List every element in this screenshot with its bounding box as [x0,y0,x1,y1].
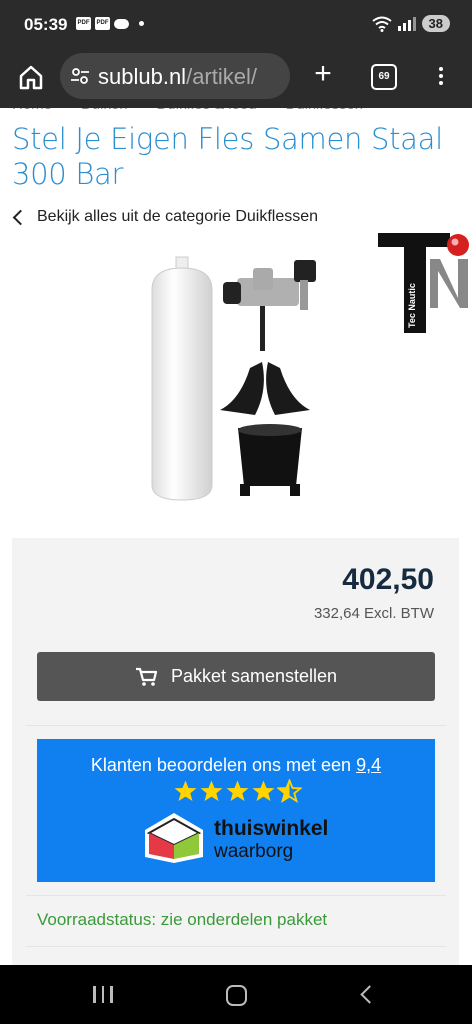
logo-line2: waarborg [213,841,293,862]
system-navigation-bar [0,965,472,1024]
status-bar: 05:39 PDF PDF 38 [0,0,472,50]
trust-rating-widget[interactable]: Klanten beoordelen ons met een 9,4 thuis… [37,739,435,882]
half-star-icon [277,779,302,803]
thuiswinkel-waarborg-logo[interactable]: thuiswinkel waarborg [142,805,342,865]
brand-logo-text: Tec Nautic [407,283,417,328]
status-time: 05:39 [24,15,68,34]
divider [26,946,446,947]
battery-indicator: 38 [421,15,450,32]
site-settings-icon[interactable] [70,66,90,86]
back-nav-icon[interactable] [360,985,379,1004]
star-icon [200,780,223,801]
star-icon [226,780,249,801]
new-tab-button[interactable]: + [310,59,336,90]
chevron-left-icon [12,209,29,225]
url-text: sublub.nl/artikel/ [98,64,257,90]
category-back-link[interactable]: Bekijk alles uit de categorie Duikflesse… [12,208,318,226]
url-host: sublub.nl [98,64,187,89]
divider [26,895,446,896]
signal-icon [397,16,416,31]
price-excl-vat: 332,64 Excl. BTW [313,605,434,622]
star-icon [252,780,275,801]
product-image[interactable] [140,250,330,510]
star-icon [174,780,197,801]
page-title: Stel Je Eigen Fles Samen Staal 300 Bar [12,122,443,191]
stock-status: Voorraadstatus: zie onderdelen pakket [37,910,328,929]
cart-icon [135,667,157,686]
rating-score[interactable]: 9,4 [356,755,381,775]
cloud-icon [114,18,129,29]
status-right: 38 [371,15,450,32]
browser-menu-icon[interactable] [434,64,448,88]
pdf-notification-icon: PDF [95,17,110,30]
logo-line1: thuiswinkel [214,817,328,840]
home-icon[interactable] [16,62,46,92]
tab-switcher-button[interactable]: 69 [371,64,397,90]
divider [26,725,446,726]
wifi-icon [371,16,392,32]
rating-stars [173,779,303,803]
brand-logo: Tec Nautic [378,233,469,333]
more-notifications-dot-icon [139,21,144,26]
url-path: /artikel/ [186,64,257,89]
build-package-button-label: Pakket samenstellen [170,666,338,686]
address-bar[interactable]: sublub.nl/artikel/ [60,53,290,99]
build-package-button[interactable]: Pakket samenstellen [37,652,435,701]
category-back-link-label: Bekijk alles uit de categorie Duikflesse… [37,208,319,225]
rating-text: Klanten beoordelen ons met een 9,4 [37,755,435,776]
home-nav-icon[interactable] [226,985,247,1006]
notification-icons: PDF PDF [76,17,144,30]
pdf-notification-icon: PDF [76,17,91,30]
browser-toolbar: sublub.nl/artikel/ + 69 [0,50,472,108]
rating-text-prefix: Klanten beoordelen ons met een [90,755,357,775]
recent-apps-icon[interactable] [93,986,113,1003]
price: 402,50 [342,563,434,596]
